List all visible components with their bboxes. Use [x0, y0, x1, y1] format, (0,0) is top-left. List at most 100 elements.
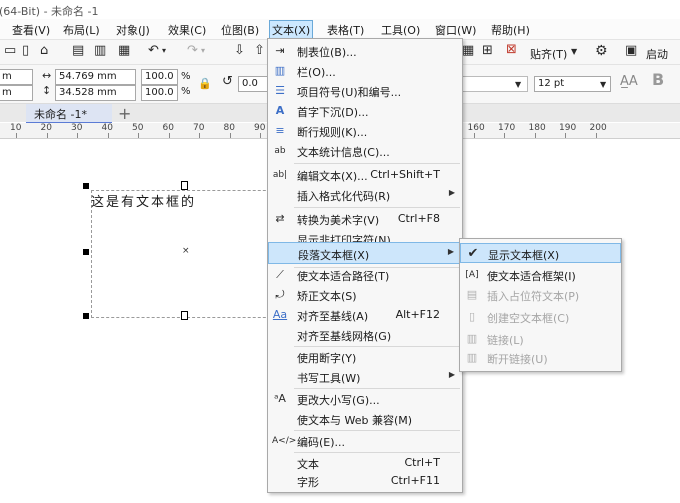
- open-icon[interactable]: ▯: [22, 44, 29, 58]
- handle-middle-left[interactable]: [83, 249, 89, 255]
- new-doc-icon[interactable]: ▭: [4, 44, 16, 58]
- ruler-tick: [229, 133, 231, 138]
- menu-item-straighten-text[interactable]: ⤾ 矫正文本(S): [268, 285, 462, 305]
- handle-top-left[interactable]: [83, 183, 89, 189]
- fit-frame-icon: [A]: [465, 270, 479, 280]
- submenu-item-link[interactable]: ▥ 链接(L): [460, 329, 621, 349]
- menu-item-bullets[interactable]: ☰ 项目符号(U)和编号...: [268, 81, 462, 101]
- menu-item-writing-tools[interactable]: 书写工具(W) ▶: [268, 367, 462, 387]
- tab-stop-icon: ⇥: [275, 44, 285, 57]
- menu-item-drop-cap[interactable]: A 首字下沉(D)...: [268, 101, 462, 121]
- launcher-icon[interactable]: ▣: [625, 44, 637, 58]
- menu-layout[interactable]: 布局(L): [63, 22, 100, 38]
- submenu-item-placeholder-text[interactable]: ▤ 插入占位符文本(P): [460, 285, 621, 305]
- menu-item-encoding[interactable]: A</> 编码(E)...: [268, 431, 462, 451]
- menu-text[interactable]: 文本(X): [269, 20, 314, 40]
- submenu-arrow-icon: ▶: [448, 370, 455, 379]
- menu-item-glyphs[interactable]: 字形 Ctrl+F11: [268, 471, 462, 491]
- fit-path-icon: ⟋: [276, 268, 284, 281]
- menu-item-fit-path[interactable]: ⟋ 使文本适合路径(T): [268, 265, 462, 285]
- menu-item-align-baseline[interactable]: Aa 对齐至基线(A) Alt+F12: [268, 305, 462, 325]
- menu-help[interactable]: 帮助(H): [491, 22, 530, 38]
- redo-icon[interactable]: ↷: [187, 44, 198, 58]
- center-marker: ×: [182, 246, 190, 256]
- checkmark-icon: ✔: [467, 246, 479, 261]
- export-icon[interactable]: ⇧: [254, 44, 265, 58]
- menu-item-change-case[interactable]: ᵃA 更改大小写(G)...: [268, 389, 462, 409]
- menu-item-text[interactable]: 文本 Ctrl+T: [268, 453, 462, 473]
- scale-y-field[interactable]: 100.0: [141, 85, 178, 101]
- menu-item-hyphenation[interactable]: 使用断字(Y): [268, 347, 462, 367]
- snap-chevron-down-icon[interactable]: ▼: [571, 45, 577, 59]
- scale-x-field[interactable]: 100.0: [141, 69, 178, 85]
- ruler-tick-label: 70: [193, 123, 205, 133]
- ruler-tick-label: 90: [254, 123, 266, 133]
- launch-button[interactable]: 启动: [646, 46, 668, 62]
- import-icon[interactable]: ⇩: [234, 44, 245, 58]
- lock-ratio-icon[interactable]: 🔒: [198, 77, 212, 91]
- undo-dropdown-icon[interactable]: ▾: [162, 44, 166, 58]
- handle-top-tab[interactable]: [181, 181, 188, 190]
- font-name-chevron-icon[interactable]: ▼: [515, 78, 521, 92]
- menu-item-text-stats[interactable]: ab 文本统计信息(C)...: [268, 141, 462, 161]
- menu-tools[interactable]: 工具(O): [381, 22, 420, 38]
- menu-item-convert-artistic[interactable]: ⇄ 转换为美术字(V) Ctrl+F8: [268, 209, 462, 229]
- ruler-tick-label: 50: [132, 123, 144, 133]
- redo-dropdown-icon[interactable]: ▾: [201, 44, 205, 58]
- gear-icon[interactable]: ⚙: [595, 44, 608, 58]
- grid-icon[interactable]: ▦: [462, 44, 474, 58]
- menu-item-web-compatible[interactable]: 使文本与 Web 兼容(M): [268, 409, 462, 429]
- columns-icon: ▥: [274, 64, 286, 77]
- menu-item-edit-text[interactable]: ab| 编辑文本(X)... Ctrl+Shift+T: [268, 165, 462, 185]
- save-icon[interactable]: ⌂: [40, 44, 48, 58]
- menu-window[interactable]: 窗口(W): [435, 22, 476, 38]
- guides-icon[interactable]: ⊞: [482, 44, 493, 58]
- snap-off-icon[interactable]: ⊠: [506, 43, 517, 57]
- submenu-arrow-icon: ▶: [447, 247, 454, 256]
- menu-item-paragraph-frame[interactable]: 段落文本框(X) ▶: [268, 242, 462, 264]
- unlink-icon: ▥: [466, 351, 478, 364]
- submenu-item-unlink[interactable]: ▥ 断开链接(U): [460, 348, 621, 368]
- menu-table[interactable]: 表格(T): [327, 22, 364, 38]
- submenu-item-show-frame[interactable]: ✔ 显示文本框(X): [460, 243, 621, 263]
- ruler-tick: [260, 133, 261, 138]
- height-icon: ↕: [42, 84, 52, 97]
- obj-x-field[interactable]: m: [0, 69, 33, 85]
- document-tab[interactable]: 未命名 -1*: [26, 104, 112, 124]
- ruler-tick-label: 200: [589, 123, 607, 133]
- menu-effects[interactable]: 效果(C): [168, 22, 206, 38]
- submenu-item-fit-frame[interactable]: [A] 使文本适合框架(I): [460, 265, 621, 285]
- title-bar: (64-Bit) - 未命名 -1: [0, 0, 680, 19]
- clipboard-icon[interactable]: ▦: [118, 44, 130, 58]
- menu-item-align-baseline-grid[interactable]: 对齐至基线网格(G): [268, 325, 462, 345]
- handle-bottom-left[interactable]: [83, 313, 89, 319]
- font-scale-icon[interactable]: A̲A: [620, 75, 638, 89]
- menu-object[interactable]: 对象(J): [116, 22, 150, 38]
- handle-bottom-tab[interactable]: [181, 311, 188, 320]
- ruler-tick: [46, 133, 48, 138]
- menu-bitmap[interactable]: 位图(B): [221, 22, 259, 38]
- font-size-chevron-icon[interactable]: ▼: [600, 78, 606, 92]
- paste-icon[interactable]: ▥: [94, 44, 106, 58]
- copy-icon[interactable]: ▤: [72, 44, 84, 58]
- document-tab-label: 未命名 -1*: [34, 108, 87, 121]
- menu-item-insert-format-code[interactable]: 插入格式化代码(R) ▶: [268, 185, 462, 205]
- height-field[interactable]: 34.528 mm: [55, 85, 136, 101]
- bold-icon[interactable]: B: [652, 72, 664, 88]
- submenu-item-empty-frame[interactable]: ▯ 创建空文本框(C): [460, 307, 621, 327]
- percent-label-x: %: [181, 71, 191, 82]
- menu-item-columns[interactable]: ▥ 栏(O)...: [268, 61, 462, 81]
- menu-item-line-break[interactable]: ≡ 断行规则(K)...: [268, 121, 462, 141]
- encoding-icon: A</>: [272, 436, 297, 446]
- submenu-arrow-icon: ▶: [448, 188, 455, 197]
- width-field[interactable]: 54.769 mm: [55, 69, 136, 85]
- menu-view[interactable]: 查看(V): [12, 22, 50, 38]
- add-tab-icon[interactable]: +: [118, 104, 131, 123]
- obj-y-field[interactable]: m: [0, 85, 33, 101]
- ruler-tick: [168, 133, 170, 138]
- menu-item-tab-stops[interactable]: ⇥ 制表位(B)...: [268, 41, 462, 61]
- text-menu: ⇥ 制表位(B)... ▥ 栏(O)... ☰ 项目符号(U)和编号... A …: [267, 38, 463, 493]
- undo-icon[interactable]: ↶: [148, 44, 159, 58]
- ruler-tick: [565, 133, 566, 138]
- snap-dropdown[interactable]: 贴齐(T): [530, 46, 567, 62]
